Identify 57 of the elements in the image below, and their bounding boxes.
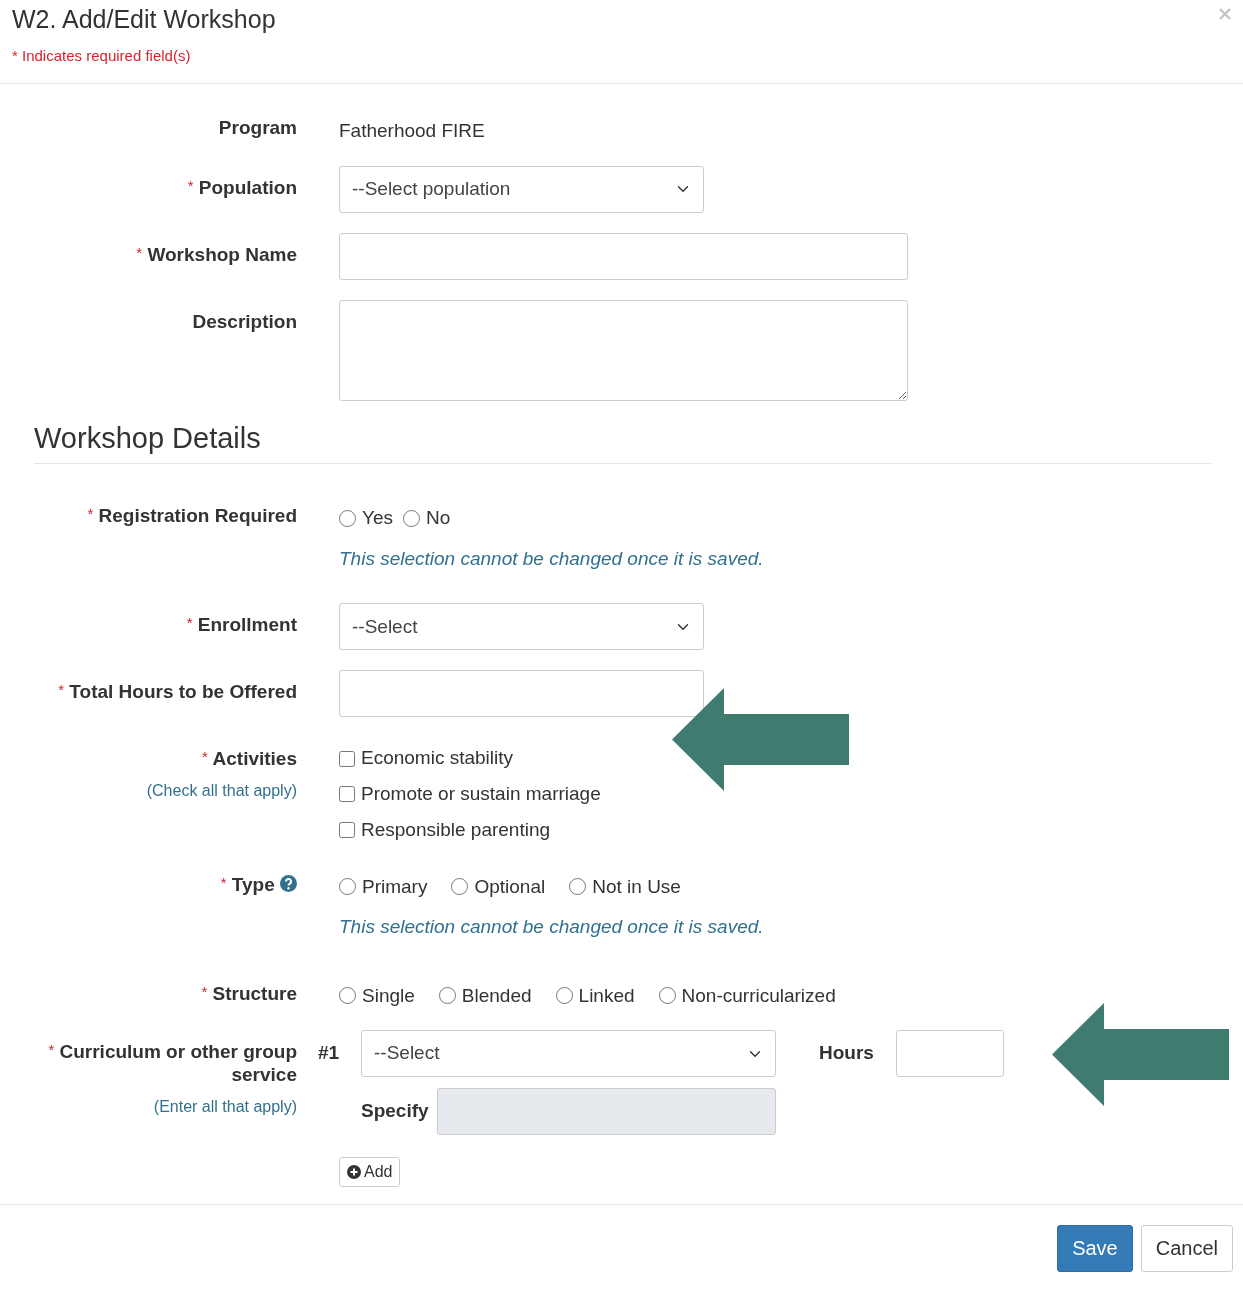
option-label: Optional <box>474 874 546 899</box>
option-label: Primary <box>362 874 428 899</box>
field-label: * Activities <box>201 747 297 772</box>
field-label: * Enrollment <box>185 613 297 638</box>
hours-field[interactable] <box>896 1030 1004 1078</box>
select-field[interactable]: --Select <box>339 603 704 651</box>
field-label: * Type <box>0 862 297 897</box>
field-label: Hours <box>819 1041 875 1066</box>
option-label: Yes <box>362 506 393 531</box>
save-button[interactable]: Save <box>1057 1224 1133 1272</box>
cancel-button[interactable]: Cancel <box>1140 1224 1233 1272</box>
select-field[interactable]: --Select population <box>339 165 704 213</box>
field-label: Program <box>217 116 297 140</box>
radio-button[interactable] <box>569 878 587 896</box>
radio-button[interactable] <box>438 987 456 1005</box>
add-button[interactable]: Add <box>339 1157 401 1188</box>
option-label: Not in Use <box>592 874 681 899</box>
radio-button[interactable] <box>339 878 356 896</box>
hint-text: (Check all that apply) <box>145 781 297 802</box>
required-note: * Indicates required field(s) <box>12 45 191 66</box>
field-value: Fatherhood FIRE <box>339 119 486 143</box>
help-note: This selection cannot be changed once it is saved. <box>339 546 765 571</box>
checkbox[interactable] <box>339 750 355 767</box>
select-field[interactable]: --Select <box>361 1030 776 1078</box>
checkbox[interactable] <box>339 786 355 803</box>
radio-button[interactable] <box>451 878 469 896</box>
help-note: This selection cannot be changed once it is saved. <box>339 915 765 940</box>
radio-button[interactable] <box>403 510 420 528</box>
section-title: Workshop Details <box>34 420 1211 465</box>
text-field[interactable] <box>339 232 908 280</box>
option-label: Non-curricularized <box>681 983 836 1008</box>
option-label: Blended <box>461 983 532 1008</box>
checkbox[interactable] <box>339 822 355 839</box>
field-label: * Workshop Name <box>135 242 297 267</box>
field-label: * Curriculum or other group service <box>47 1040 297 1087</box>
option-label: Promote or sustain marriage <box>361 783 601 806</box>
plus-circle-icon <box>347 1165 361 1180</box>
text-field[interactable] <box>339 670 704 718</box>
radio-button[interactable] <box>339 510 356 528</box>
hint-text: (Enter all that apply) <box>152 1096 297 1117</box>
field-label: * Population <box>186 175 297 200</box>
option-label: Single <box>362 983 415 1008</box>
row-number: #1 <box>318 1041 341 1066</box>
option-label: Linked <box>578 983 635 1008</box>
field-label: * Total Hours to be Offered <box>57 680 297 705</box>
option-label: Responsible parenting <box>361 818 551 842</box>
help-icon[interactable] <box>280 874 297 892</box>
dialog-title: W2. Add/Edit Workshop <box>12 4 276 34</box>
field-label: * Registration Required <box>86 504 297 529</box>
field-label: Description <box>191 309 297 334</box>
option-label: Economic stability <box>361 747 514 771</box>
radio-button[interactable] <box>658 987 676 1005</box>
radio-button[interactable] <box>555 987 573 1005</box>
field-label: Specify <box>361 1099 430 1124</box>
option-label: No <box>426 506 451 531</box>
radio-button[interactable] <box>339 987 356 1005</box>
field-label: * Structure <box>200 981 297 1006</box>
